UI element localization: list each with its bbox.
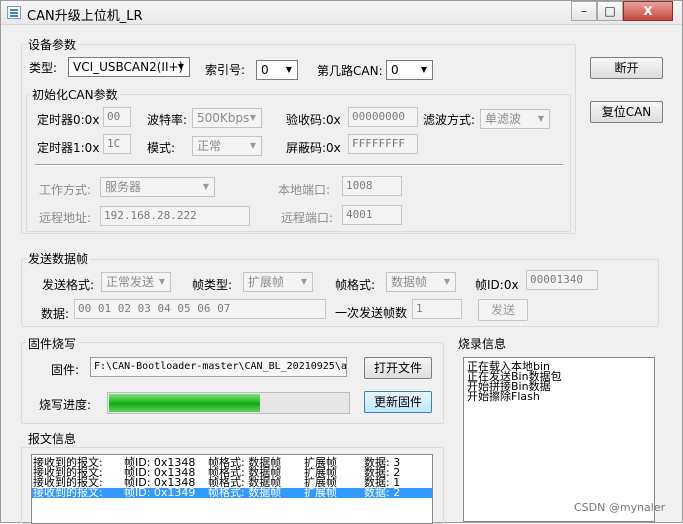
message-list[interactable]: 接收到的报文: 帧ID: 0x1348 帧格式: 数据帧 扩展帧 数据: 3 接收到的报文… bbox=[31, 454, 433, 524]
acc-code-input[interactable]: 00000000 bbox=[348, 107, 418, 127]
timer0-input[interactable]: 00 bbox=[103, 107, 131, 127]
send-format-select[interactable]: 正常发送 ▼ bbox=[101, 272, 171, 292]
acc-code-label: 验收码:0x bbox=[286, 113, 341, 127]
baud-label: 波特率: bbox=[147, 113, 188, 127]
firmware-path-input[interactable]: F:\CAN-Bootloader-master\CAN_BL_20210925… bbox=[90, 357, 347, 377]
mask-label: 屏蔽码:0x bbox=[286, 141, 341, 155]
frame-format-label: 帧格式: bbox=[335, 278, 376, 292]
frame-type-select-value: 扩展帧 bbox=[248, 275, 285, 289]
main-window: CAN升级上位机_LR – □ X 设备参数 类型: VCI_USBCAN2(I… bbox=[0, 0, 683, 524]
chevron-down-icon: ▼ bbox=[537, 114, 545, 123]
baud-select[interactable]: 500Kbps ▼ bbox=[192, 108, 262, 128]
watermark: CSDN @mynaler bbox=[574, 501, 666, 514]
type-select-value: VCI_USBCAN2(II+) bbox=[73, 60, 184, 74]
firmware-file-label: 固件: bbox=[51, 363, 80, 377]
message-row[interactable]: 接收到的报文: 帧ID: 0x1349 帧格式: 数据帧 扩展帧 数据: 2 bbox=[32, 486, 432, 499]
app-icon bbox=[7, 6, 21, 19]
disconnect-button[interactable]: 断开 bbox=[590, 57, 663, 79]
progress-label: 烧写进度: bbox=[39, 398, 92, 412]
remote-addr-label: 远程地址: bbox=[39, 211, 92, 225]
init-separator bbox=[35, 164, 563, 166]
mode-select-value: 正常 bbox=[197, 139, 222, 153]
mode-label: 模式: bbox=[147, 141, 176, 155]
frame-format-select[interactable]: 数据帧 ▼ bbox=[386, 272, 456, 292]
data-input[interactable]: 00 01 02 03 04 05 06 07 bbox=[74, 299, 326, 319]
chevron-down-icon: ▼ bbox=[249, 113, 257, 122]
remote-port-input[interactable]: 4001 bbox=[342, 205, 402, 225]
message-cell-id: 帧ID: 0x1349 bbox=[124, 486, 196, 499]
chevron-down-icon: ▼ bbox=[158, 277, 166, 286]
reset-can-button[interactable]: 复位CAN bbox=[590, 101, 663, 123]
send-frame-title: 发送数据帧 bbox=[26, 250, 91, 267]
frames-once-input[interactable]: 1 bbox=[412, 299, 462, 319]
channel-label: 第几路CAN: bbox=[317, 64, 383, 78]
frame-type-select[interactable]: 扩展帧 ▼ bbox=[243, 272, 313, 292]
message-cell-type: 扩展帧 bbox=[304, 486, 337, 499]
window-title: CAN升级上位机_LR bbox=[27, 9, 143, 24]
mask-input[interactable]: FFFFFFFF bbox=[348, 134, 418, 154]
index-label: 索引号: bbox=[205, 63, 246, 77]
open-file-button[interactable]: 打开文件 bbox=[364, 357, 432, 379]
chevron-down-icon: ▼ bbox=[202, 182, 210, 191]
timer1-input[interactable]: 1C bbox=[103, 134, 131, 154]
timer1-label: 定时器1:0x bbox=[37, 141, 100, 155]
frame-id-input[interactable]: 00001340 bbox=[526, 270, 598, 290]
remote-addr-input[interactable]: 192.168.28.222 bbox=[100, 206, 250, 226]
firmware-progress-fill bbox=[109, 394, 260, 412]
message-cell-data: 数据: 2 bbox=[364, 486, 401, 499]
channel-select[interactable]: 0 ▼ bbox=[386, 60, 433, 80]
mode-select[interactable]: 正常 ▼ bbox=[192, 136, 262, 156]
message-cell-fmt: 帧格式: 数据帧 bbox=[208, 486, 282, 499]
work-mode-select-value: 服务器 bbox=[105, 180, 142, 194]
timer0-label: 定时器0:0x bbox=[37, 113, 100, 127]
message-title: 报文信息 bbox=[26, 430, 79, 447]
burn-info-title: 烧录信息 bbox=[456, 335, 509, 352]
burn-info-line: 开始擦除Flash bbox=[467, 390, 540, 403]
remote-port-label: 远程端口: bbox=[281, 211, 334, 225]
send-button[interactable]: 发送 bbox=[478, 299, 528, 321]
index-select-value: 0 bbox=[261, 63, 269, 77]
type-select[interactable]: VCI_USBCAN2(II+) ▼ bbox=[68, 57, 190, 77]
maximize-button[interactable]: □ bbox=[597, 1, 623, 21]
local-port-input[interactable]: 1008 bbox=[342, 176, 402, 196]
work-mode-label: 工作方式: bbox=[39, 183, 92, 197]
device-params-title: 设备参数 bbox=[26, 36, 79, 53]
index-select[interactable]: 0 ▼ bbox=[256, 60, 298, 80]
close-button[interactable]: X bbox=[623, 1, 673, 21]
chevron-down-icon: ▼ bbox=[285, 65, 293, 74]
data-label: 数据: bbox=[41, 307, 70, 321]
send-format-label: 发送格式: bbox=[42, 278, 95, 292]
baud-select-value: 500Kbps bbox=[197, 111, 250, 125]
chevron-down-icon: ▼ bbox=[249, 141, 257, 150]
local-port-label: 本地端口: bbox=[278, 183, 331, 197]
channel-select-value: 0 bbox=[391, 63, 399, 77]
update-firmware-button[interactable]: 更新固件 bbox=[364, 391, 432, 413]
filter-label: 滤波方式: bbox=[423, 113, 476, 127]
send-format-select-value: 正常发送 bbox=[106, 275, 155, 289]
firmware-title: 固件烧写 bbox=[26, 335, 79, 352]
chevron-down-icon: ▼ bbox=[300, 277, 308, 286]
frame-id-label: 帧ID:0x bbox=[475, 278, 519, 292]
frame-type-label: 帧类型: bbox=[192, 278, 233, 292]
message-cell-prefix: 接收到的报文: bbox=[33, 486, 103, 499]
chevron-down-icon: ▼ bbox=[420, 65, 428, 74]
frame-format-select-value: 数据帧 bbox=[391, 275, 428, 289]
filter-select-value: 单滤波 bbox=[485, 112, 522, 126]
chevron-down-icon: ▼ bbox=[177, 62, 185, 71]
frames-once-label: 一次发送帧数 bbox=[335, 306, 408, 320]
type-label: 类型: bbox=[29, 61, 58, 75]
firmware-progress-bar bbox=[107, 392, 350, 414]
title-bar: CAN升级上位机_LR – □ X bbox=[1, 1, 682, 25]
minimize-button[interactable]: – bbox=[571, 1, 597, 21]
chevron-down-icon: ▼ bbox=[443, 277, 451, 286]
filter-select[interactable]: 单滤波 ▼ bbox=[480, 109, 550, 129]
burn-info-list[interactable]: 正在载入本地bin 正在发送Bin数据包 开始拼接Bin数据 开始擦除Flash bbox=[463, 357, 655, 522]
work-mode-select[interactable]: 服务器 ▼ bbox=[100, 177, 215, 197]
init-can-title: 初始化CAN参数 bbox=[30, 86, 120, 103]
